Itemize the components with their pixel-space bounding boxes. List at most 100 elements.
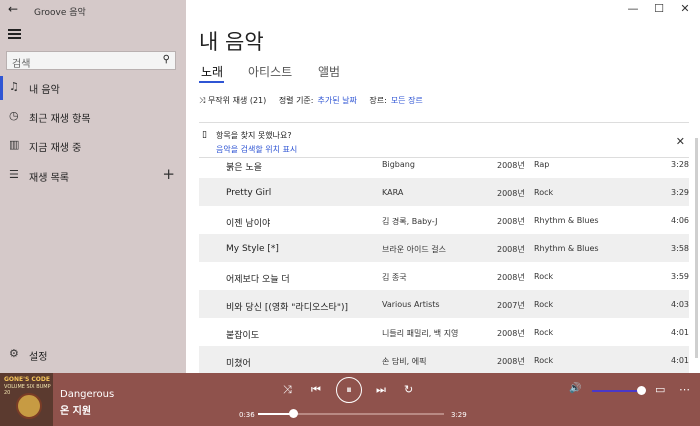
shuffle-icon[interactable]: ⤨ xyxy=(283,383,292,397)
song-row[interactable]: 이젠 남이야 김 경록, Baby-J 2008년 Rhythm & Blues… xyxy=(199,206,689,234)
gear-icon: ⚙ xyxy=(9,347,19,360)
music-note-icon: ♫ xyxy=(9,80,19,93)
song-genre[interactable]: Rap xyxy=(534,160,549,169)
now-playing-artist[interactable]: 온 지원 xyxy=(60,402,91,417)
song-duration: 4:01 xyxy=(671,356,689,365)
song-row[interactable]: Pretty Girl KARA 2008년 Rock 3:29 xyxy=(199,178,689,206)
back-arrow-icon[interactable]: ← xyxy=(8,2,18,16)
search-box[interactable]: 검색 ⚲ xyxy=(6,51,176,70)
volume-icon[interactable]: 🔊 xyxy=(569,383,581,394)
sidebar-item-label: 내 음악 xyxy=(29,85,60,96)
song-year: 2008년 xyxy=(497,161,525,170)
song-artist[interactable]: 손 담비, 에픽 xyxy=(382,356,426,367)
song-genre[interactable]: Rhythm & Blues xyxy=(534,244,599,253)
selection-indicator xyxy=(0,76,3,100)
search-input[interactable]: 검색 xyxy=(12,55,30,70)
song-title: 어제보다 오늘 더 xyxy=(226,275,290,285)
sidebar-item-recent[interactable]: ◷ 최근 재생 항목 xyxy=(0,102,186,132)
sidebar-item-settings[interactable]: ⚙ 설정 xyxy=(0,340,186,370)
sidebar-item-now-playing[interactable]: ▥ 지금 재생 중 xyxy=(0,131,186,161)
maximize-button[interactable]: ☐ xyxy=(646,2,672,15)
page-title: 내 음악 xyxy=(199,30,264,54)
sidebar-item-label: 설정 xyxy=(29,352,48,363)
sidebar-item-my-music[interactable]: ♫ 내 음악 xyxy=(0,73,186,103)
device-icon: ▯ xyxy=(202,130,207,140)
song-artist[interactable]: 김 경록, Baby-J xyxy=(382,216,437,227)
volume-fill xyxy=(592,390,642,392)
playlist-icon: ☰ xyxy=(9,168,19,181)
next-icon[interactable]: ⏭ xyxy=(376,383,386,397)
miniview-icon[interactable]: ▭ xyxy=(655,383,665,396)
album-art-emblem xyxy=(16,393,42,419)
song-duration: 3:59 xyxy=(671,272,689,281)
song-artist[interactable]: 브라운 아이드 걸스 xyxy=(382,244,446,255)
song-genre[interactable]: Rock xyxy=(534,356,553,365)
song-row[interactable]: 비와 당신 [(영화 "라디오스타")] Various Artists 200… xyxy=(199,290,689,318)
album-art[interactable]: GONE'S CODE VOLUME SIX BUMP 20 xyxy=(0,373,53,426)
song-artist[interactable]: Bigbang xyxy=(382,160,415,169)
song-artist[interactable]: KARA xyxy=(382,188,403,197)
scrollbar[interactable] xyxy=(695,138,698,358)
now-playing-title[interactable]: Dangerous xyxy=(60,389,114,400)
shuffle-all-button[interactable]: ⤨ 무작위 재생 (21) xyxy=(199,96,266,105)
album-art-title: GONE'S CODE xyxy=(4,376,50,383)
volume-slider[interactable] xyxy=(592,386,647,395)
song-year: 2008년 xyxy=(497,189,525,198)
song-year: 2008년 xyxy=(497,357,525,366)
song-duration: 4:03 xyxy=(671,300,689,309)
song-artist[interactable]: 니들리 패밀리, 백 지영 xyxy=(382,328,458,339)
genre-dropdown[interactable]: 모든 장르 xyxy=(391,96,423,105)
genre-label: 장르: xyxy=(369,96,387,105)
notice-close-icon[interactable]: ✕ xyxy=(676,135,685,148)
tab-songs[interactable]: 노래 xyxy=(201,63,223,80)
add-playlist-button[interactable]: + xyxy=(162,165,175,183)
song-genre[interactable]: Rock xyxy=(534,300,553,309)
previous-icon[interactable]: ⏮ xyxy=(311,383,321,397)
song-genre[interactable]: Rhythm & Blues xyxy=(534,216,599,225)
song-year: 2007년 xyxy=(497,301,525,310)
song-title: Pretty Girl xyxy=(226,188,272,198)
search-icon[interactable]: ⚲ xyxy=(163,54,170,65)
song-artist[interactable]: Various Artists xyxy=(382,300,440,309)
app-title: Groove 음악 xyxy=(34,8,86,18)
close-button[interactable]: ✕ xyxy=(672,2,698,15)
play-pause-button[interactable]: ⏸ xyxy=(336,377,362,403)
song-row[interactable]: 미쳤어 손 담비, 에픽 2008년 Rock 4:01 xyxy=(199,346,689,373)
tab-albums[interactable]: 앨범 xyxy=(318,63,340,80)
song-genre[interactable]: Rock xyxy=(534,328,553,337)
hamburger-menu-icon[interactable] xyxy=(8,29,21,39)
notice-link[interactable]: 음악을 검색할 위치 표시 xyxy=(216,144,297,155)
song-title: 이젠 남이야 xyxy=(226,219,271,229)
song-duration: 3:58 xyxy=(671,244,689,253)
repeat-icon[interactable]: ↻ xyxy=(404,383,413,396)
song-row[interactable]: 붉은 노을 Bigbang 2008년 Rap 3:28 xyxy=(199,157,689,178)
sort-dropdown[interactable]: 추가된 날짜 xyxy=(318,96,357,105)
song-row[interactable]: 어제보다 오늘 더 김 종국 2008년 Rock 3:59 xyxy=(199,262,689,290)
song-duration: 3:28 xyxy=(671,160,689,169)
song-title: My Style [*] xyxy=(226,244,279,254)
song-list: 붉은 노을 Bigbang 2008년 Rap 3:28 Pretty Girl… xyxy=(199,157,689,373)
minimize-button[interactable]: — xyxy=(620,2,646,15)
sidebar-item-playlists[interactable]: ☰ 재생 목록 + xyxy=(0,161,186,191)
sidebar-item-label: 재생 목록 xyxy=(29,173,69,184)
seek-bar-fill xyxy=(258,413,294,415)
total-time: 3:29 xyxy=(451,411,467,419)
seek-bar[interactable] xyxy=(258,409,444,418)
song-year: 2008년 xyxy=(497,329,525,338)
more-options-icon[interactable]: ⋯ xyxy=(679,383,690,396)
clock-icon: ◷ xyxy=(9,109,19,122)
song-row[interactable]: My Style [*] 브라운 아이드 걸스 2008년 Rhythm & B… xyxy=(199,234,689,262)
missing-music-notice: ▯ 항목을 찾지 못했나요? 음악을 검색할 위치 표시 ✕ xyxy=(199,122,689,158)
main-pane: — ☐ ✕ 내 음악 노래 아티스트 앨범 ⤨ 무작위 재생 (21) 정렬 기… xyxy=(186,0,700,373)
song-genre[interactable]: Rock xyxy=(534,272,553,281)
song-title: 비와 당신 [(영화 "라디오스타")] xyxy=(226,303,348,313)
song-year: 2008년 xyxy=(497,245,525,254)
song-genre[interactable]: Rock xyxy=(534,188,553,197)
elapsed-time: 0:36 xyxy=(239,411,255,419)
song-row[interactable]: 붙잡이도 니들리 패밀리, 백 지영 2008년 Rock 4:01 xyxy=(199,318,689,346)
song-artist[interactable]: 김 종국 xyxy=(382,272,407,283)
sidebar-item-label: 최근 재생 항목 xyxy=(29,114,91,125)
tab-artists[interactable]: 아티스트 xyxy=(248,63,292,80)
sidebar: ← Groove 음악 검색 ⚲ ♫ 내 음악 ◷ 최근 재생 항목 ▥ 지금 … xyxy=(0,0,186,373)
list-controls: ⤨ 무작위 재생 (21) 정렬 기준: 추가된 날짜 장르: 모든 장르 xyxy=(199,95,427,106)
